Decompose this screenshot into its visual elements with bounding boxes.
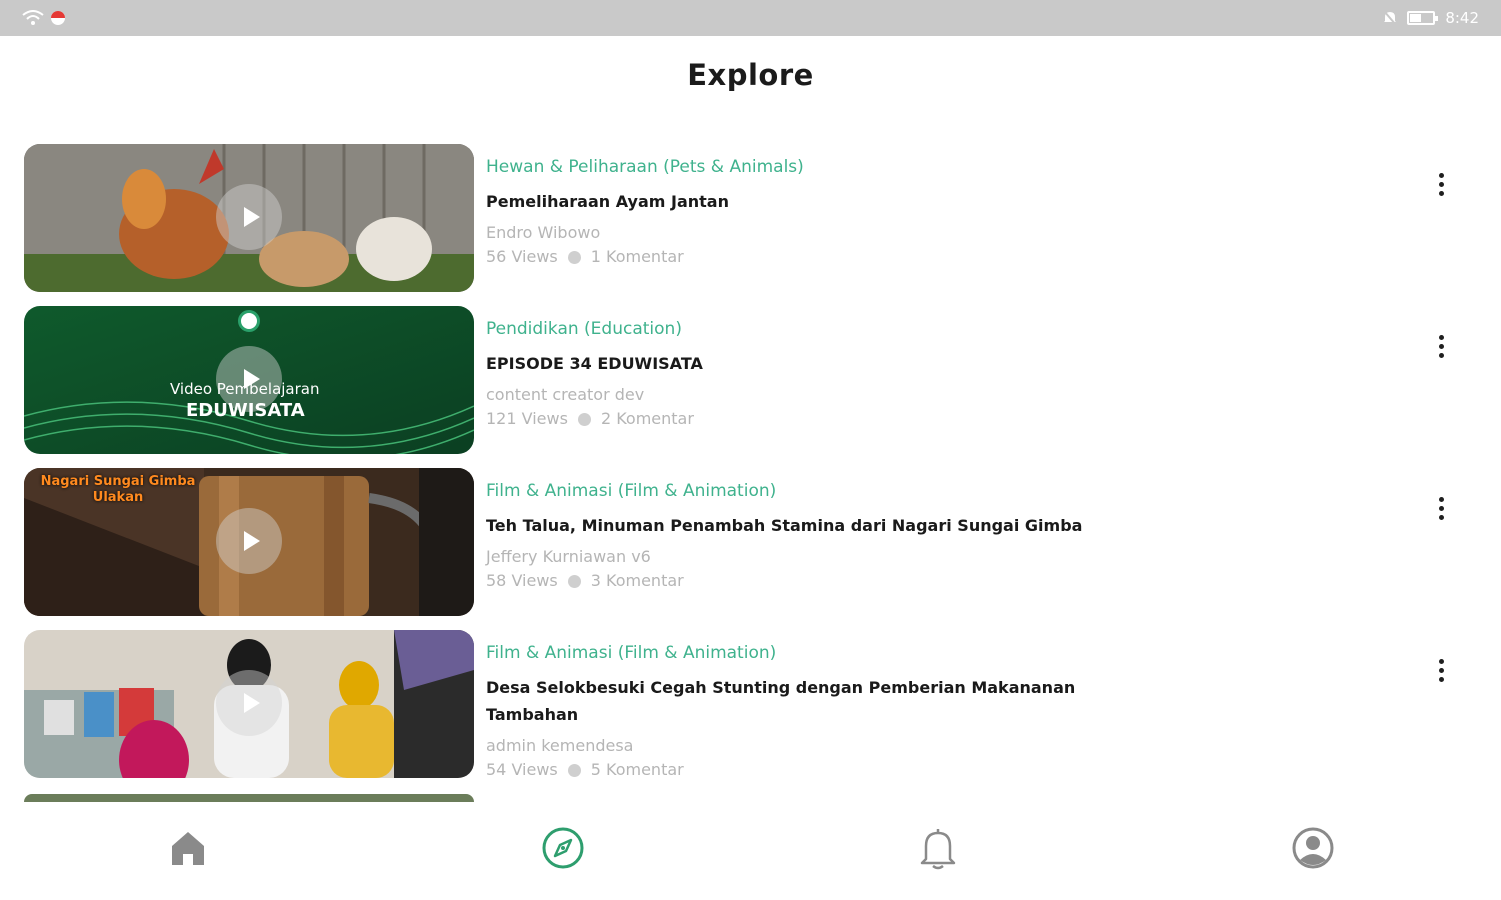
more-options-button[interactable] — [1428, 164, 1454, 204]
mute-icon — [1383, 10, 1398, 26]
video-card[interactable]: Video Pembelajaran EDUWISATA Pendidikan … — [0, 302, 1501, 454]
nav-notifications-button[interactable] — [912, 822, 964, 874]
video-thumbnail[interactable] — [24, 144, 474, 292]
video-list[interactable]: Hewan & Peliharaan (Pets & Animals) Peme… — [0, 140, 1501, 802]
bottom-navigation — [0, 802, 1501, 900]
video-author: content creator dev — [486, 385, 645, 404]
thumbnail-overlay-text: Nagari Sungai Gimba Ulakan — [40, 474, 196, 505]
video-category: Hewan & Peliharaan (Pets & Animals) — [486, 157, 804, 177]
status-bar: 8:42 — [0, 0, 1501, 36]
comment-count: 1 Komentar — [590, 247, 684, 266]
comment-count: 5 Komentar — [590, 760, 684, 779]
separator-dot — [577, 412, 591, 426]
video-author: Endro Wibowo — [486, 223, 601, 242]
video-thumbnail[interactable] — [24, 630, 474, 778]
video-author: Jeffery Kurniawan v6 — [486, 547, 651, 566]
video-thumbnail-peek[interactable] — [24, 794, 474, 802]
play-button[interactable] — [216, 184, 282, 250]
more-options-button[interactable] — [1428, 488, 1454, 528]
view-count: 54 Views — [486, 760, 558, 779]
video-card[interactable]: Film & Animasi (Film & Animation) Desa S… — [0, 626, 1501, 779]
flag-icon — [51, 11, 65, 25]
video-meta: 121 Views 2 Komentar — [486, 407, 1386, 431]
video-author: admin kemendesa — [486, 736, 634, 755]
video-title: EPISODE 34 EDUWISATA — [486, 354, 703, 373]
video-info[interactable]: Film & Animasi (Film & Animation) Desa S… — [486, 640, 1386, 782]
view-count: 58 Views — [486, 571, 558, 590]
view-count: 56 Views — [486, 247, 558, 266]
video-meta: 54 Views 5 Komentar — [486, 758, 1386, 782]
separator-dot — [567, 574, 581, 588]
video-title: Teh Talua, Minuman Penambah Stamina dari… — [486, 516, 1083, 535]
video-card[interactable]: Nagari Sungai Gimba Ulakan Film & Animas… — [0, 464, 1501, 616]
comment-count: 3 Komentar — [590, 571, 684, 590]
video-card[interactable]: Hewan & Peliharaan (Pets & Animals) Peme… — [0, 140, 1501, 292]
thumbnail-caption-small: Video Pembelajaran — [170, 380, 320, 398]
wifi-icon — [22, 10, 44, 25]
video-info[interactable]: Hewan & Peliharaan (Pets & Animals) Peme… — [486, 154, 1386, 269]
view-count: 121 Views — [486, 409, 568, 428]
video-info[interactable]: Film & Animasi (Film & Animation) Teh Ta… — [486, 478, 1386, 593]
video-thumbnail[interactable]: Nagari Sungai Gimba Ulakan — [24, 468, 474, 616]
nav-home-button[interactable] — [162, 822, 214, 874]
video-title: Pemeliharaan Ayam Jantan — [486, 192, 729, 211]
nav-explore-button[interactable] — [537, 822, 589, 874]
more-options-button[interactable] — [1428, 650, 1454, 690]
video-title: Desa Selokbesuki Cegah Stunting dengan P… — [486, 678, 1076, 724]
more-options-button[interactable] — [1428, 326, 1454, 366]
home-icon — [172, 832, 204, 865]
compass-icon — [542, 827, 584, 869]
video-category: Film & Animasi (Film & Animation) — [486, 643, 777, 663]
nav-profile-button[interactable] — [1287, 822, 1339, 874]
video-category: Film & Animasi (Film & Animation) — [486, 481, 777, 501]
kemendesa-logo-icon — [238, 310, 260, 332]
battery-icon — [1407, 11, 1439, 25]
video-info[interactable]: Pendidikan (Education) EPISODE 34 EDUWIS… — [486, 316, 1386, 431]
video-meta: 56 Views 1 Komentar — [486, 245, 1386, 269]
separator-dot — [567, 763, 581, 777]
bell-icon — [920, 829, 956, 870]
video-category: Pendidikan (Education) — [486, 319, 682, 339]
status-time: 8:42 — [1445, 9, 1479, 27]
thumbnail-caption-large: EDUWISATA — [186, 400, 305, 421]
play-button[interactable] — [216, 508, 282, 574]
video-meta: 58 Views 3 Komentar — [486, 569, 1386, 593]
profile-icon — [1292, 827, 1334, 869]
comment-count: 2 Komentar — [600, 409, 694, 428]
play-button[interactable] — [216, 670, 282, 736]
video-thumbnail[interactable]: Video Pembelajaran EDUWISATA — [24, 306, 474, 454]
separator-dot — [567, 250, 581, 264]
page-title: Explore — [687, 58, 814, 92]
